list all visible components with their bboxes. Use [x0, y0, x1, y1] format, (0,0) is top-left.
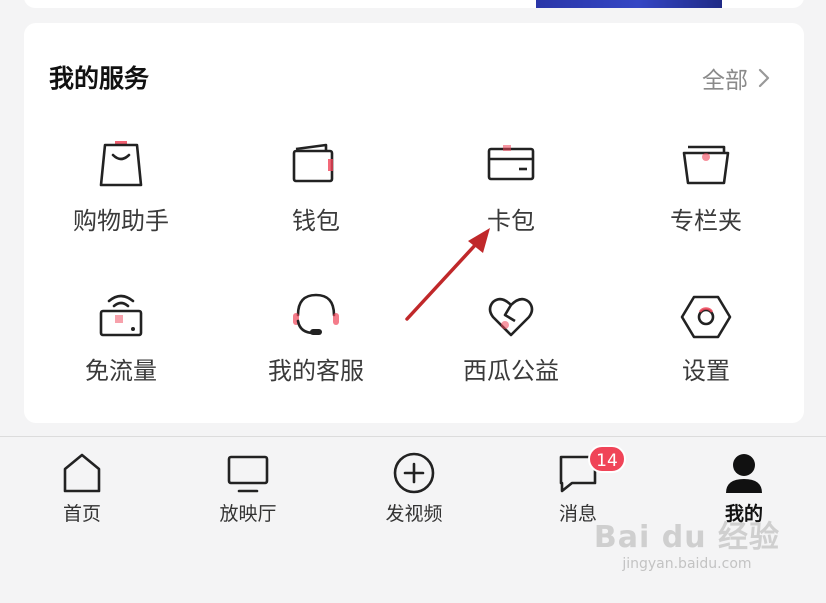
tab-label: 放映厅 [219, 503, 277, 525]
tab-label: 发视频 [385, 503, 443, 525]
banner-card[interactable] [24, 0, 804, 8]
service-customer-support[interactable]: 我的客服 [221, 285, 411, 386]
heart-icon [488, 297, 534, 337]
service-free-data[interactable]: 免流量 [26, 285, 216, 386]
service-xigua-charity[interactable]: 西瓜公益 [416, 285, 606, 386]
tab-screening-hall[interactable]: 放映厅 [188, 451, 308, 526]
view-all-label: 全部 [702, 68, 748, 94]
tv-icon [227, 455, 269, 493]
settings-hexagon-icon [680, 295, 732, 339]
services-title: 我的服务 [49, 64, 150, 93]
headset-icon [293, 293, 339, 335]
wallet-icon [292, 143, 334, 183]
service-shopping-assistant[interactable]: 购物助手 [26, 135, 216, 236]
service-label: 西瓜公益 [463, 357, 559, 385]
banner-image [536, 0, 722, 8]
card-holder-icon [487, 145, 535, 181]
add-video-icon [393, 452, 435, 494]
unread-badge: 14 [588, 445, 626, 473]
service-label: 免流量 [85, 357, 157, 385]
service-card-holder[interactable]: 卡包 [416, 135, 606, 236]
watermark-url: jingyan.baidu.com [622, 556, 752, 572]
service-wallet[interactable]: 钱包 [221, 135, 411, 236]
service-column-folder[interactable]: 专栏夹 [611, 135, 801, 236]
baidu-watermark: Bai du 经验 jingyan.baidu.com [594, 512, 780, 572]
chevron-right-icon [758, 68, 770, 88]
home-icon [63, 453, 101, 493]
folder-icon [682, 145, 730, 185]
service-label: 钱包 [292, 207, 340, 235]
service-label: 专栏夹 [670, 207, 742, 235]
tab-label: 首页 [62, 503, 101, 525]
tab-home[interactable]: 首页 [22, 451, 142, 526]
service-label: 我的客服 [268, 357, 364, 385]
wifi-router-icon [99, 294, 143, 337]
service-settings[interactable]: 设置 [611, 285, 801, 386]
service-label: 设置 [682, 357, 730, 385]
service-label: 卡包 [487, 207, 535, 235]
shopping-bag-icon [99, 141, 143, 187]
watermark-logo: Bai du 经验 [593, 520, 780, 555]
tab-post-video[interactable]: 发视频 [354, 451, 474, 526]
profile-icon [726, 454, 762, 493]
view-all-link[interactable]: 全部 [702, 61, 770, 95]
my-services-card: 我的服务 全部 购物助手 钱包 卡包 专栏夹 免流量 我的客服 西瓜公益 设置 [24, 23, 804, 423]
service-label: 购物助手 [73, 207, 169, 235]
